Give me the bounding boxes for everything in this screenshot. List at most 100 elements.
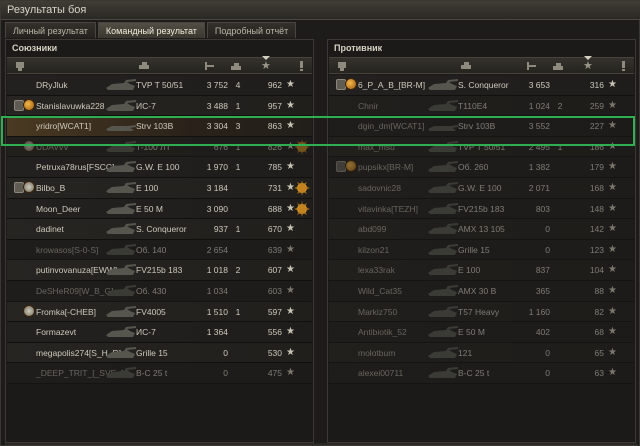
- damage-value: 3 752: [206, 80, 228, 90]
- xp-star-icon: ★: [286, 243, 295, 255]
- damage-value: 0: [223, 368, 228, 379]
- xp-value: 957: [267, 100, 282, 111]
- damage-value: 3 653: [528, 80, 550, 90]
- table-row[interactable]: UDAVvV T-100 ЛТ 676 1 826 ★: [7, 136, 312, 158]
- table-row[interactable]: Wild_Cat35 AMX 30 B 365 88 ★: [329, 280, 634, 302]
- damage-value: 1 160: [528, 306, 550, 317]
- tank-name: AMX 13 105: [458, 224, 505, 235]
- tank-name: T57 Heavy: [458, 306, 500, 317]
- xp-column-icon[interactable]: ★: [261, 56, 271, 72]
- window-titlebar[interactable]: Результаты боя: [1, 1, 640, 20]
- tank-name: B-C 25 t: [136, 368, 168, 379]
- status-column-icon[interactable]: [619, 61, 629, 71]
- clan-emblem-icon: [23, 304, 35, 317]
- tank-icon: [428, 326, 458, 338]
- tank-name: FV215b 183: [136, 265, 183, 276]
- tank-column-icon[interactable]: [461, 61, 471, 71]
- table-row[interactable]: 6_P_A_B_[BR-M] S. Conqueror 3 653 316 ★: [329, 75, 634, 96]
- xp-value: 731: [267, 182, 282, 193]
- xp-column-icon[interactable]: ★: [583, 56, 593, 72]
- table-row[interactable]: DRyJluk TVP T 50/51 3 752 4 962 ★: [7, 75, 312, 96]
- xp-star-icon: ★: [608, 161, 617, 173]
- damage-value: 837: [535, 265, 550, 276]
- tank-icon: [428, 223, 458, 235]
- tab-team-result[interactable]: Командный результат: [97, 22, 205, 38]
- xp-value: 603: [267, 285, 282, 296]
- damage-column-icon[interactable]: [526, 61, 536, 71]
- tank-column-icon[interactable]: [139, 61, 149, 71]
- damage-value: 0: [545, 244, 550, 255]
- table-row[interactable]: putinvovanuza[EWW] FV215b 183 1 018 2 60…: [7, 260, 312, 281]
- table-row[interactable]: Fromka[-CHEB] FV4005 1 510 1 597 ★: [7, 301, 312, 323]
- tank-name: T110E4: [458, 100, 488, 111]
- damage-value: 676: [213, 141, 228, 152]
- tank-icon: [106, 140, 136, 152]
- table-row[interactable]: Bilbo_B E 100 3 184 731 ★: [7, 177, 312, 199]
- table-row[interactable]: Stanislavuwka228 ИС-7 3 488 1 957 ★: [7, 95, 312, 117]
- table-row[interactable]: Markiz750 T57 Heavy 1 160 82 ★: [329, 301, 634, 323]
- medal-icon[interactable]: [294, 179, 310, 196]
- table-row[interactable]: alexei00711 B-C 25 t 0 63 ★: [329, 363, 634, 384]
- table-row-self[interactable]: yridro[WCAT1] Strv 103B 3 304 3 863 ★: [7, 116, 312, 137]
- tank-icon: [106, 161, 136, 173]
- xp-value: 259: [589, 100, 604, 111]
- tank-icon: [106, 326, 136, 338]
- kills-value: 1: [235, 141, 241, 152]
- damage-value: 1 018: [206, 265, 228, 276]
- table-row[interactable]: krowasos[S-0-S] Об. 140 2 654 639 ★: [7, 239, 312, 261]
- xp-star-icon: ★: [286, 79, 295, 90]
- table-row[interactable]: dgin_dm[WCAT1] Strv 103B 3 552 227 ★: [329, 116, 634, 137]
- tank-name: TVP T 50/51: [458, 141, 506, 152]
- kills-column-icon[interactable]: [231, 61, 241, 71]
- xp-star-icon: ★: [608, 140, 617, 152]
- tank-icon: [106, 284, 136, 296]
- table-row[interactable]: Petruxa78rus[FSCC] G.W. E 100 1 970 1 78…: [7, 157, 312, 178]
- table-row[interactable]: _DEEP_TRIT_[_SVE_] B-C 25 t 0 475 ★: [7, 363, 312, 384]
- table-row[interactable]: Moon_Deer E 50 M 3 090 688 ★: [7, 198, 312, 220]
- tank-icon: [428, 181, 458, 193]
- medal-icon[interactable]: [294, 138, 310, 155]
- xp-star-icon: ★: [608, 367, 617, 379]
- tank-icon: [106, 367, 136, 379]
- clan-emblem-icon: [23, 98, 35, 111]
- kills-column-icon[interactable]: [553, 61, 563, 71]
- damage-value: 937: [213, 224, 228, 235]
- xp-value: 179: [589, 162, 604, 173]
- table-row[interactable]: megapolis274[S_H_R] Grille 15 0 530 ★: [7, 342, 312, 364]
- table-row[interactable]: molotbum 121 0 65 ★: [329, 342, 634, 364]
- table-row[interactable]: Antibiotik_52 E 50 M 402 68 ★: [329, 322, 634, 343]
- clan-emblem-icon: [345, 78, 357, 90]
- xp-star-icon: ★: [286, 161, 295, 173]
- tab-detailed-report[interactable]: Подробный отчёт: [206, 22, 297, 38]
- table-row[interactable]: Formazevt ИС-7 1 364 556 ★: [7, 322, 312, 343]
- xp-value: 556: [267, 327, 282, 338]
- xp-value: 530: [267, 347, 282, 358]
- xp-value: 475: [267, 368, 282, 379]
- tank-icon: [428, 305, 458, 317]
- table-row[interactable]: lexa33rak E 100 837 104 ★: [329, 260, 634, 281]
- rank-column-icon[interactable]: [337, 61, 347, 71]
- xp-star-icon: ★: [286, 305, 295, 317]
- table-row[interactable]: dadinet S. Conqueror 937 1 670 ★: [7, 219, 312, 240]
- table-row[interactable]: pupsikx[BR-M] Об. 260 1 382 179 ★: [329, 157, 634, 178]
- table-row[interactable]: DeSHeR09[W_B_G] Об. 430 1 034 603 ★: [7, 280, 312, 302]
- clan-emblem-icon: [345, 160, 357, 173]
- tab-personal-result[interactable]: Личный результат: [5, 22, 96, 38]
- table-row[interactable]: abd099 AMX 13 105 0 142 ★: [329, 219, 634, 240]
- xp-star-icon: ★: [286, 264, 295, 276]
- table-row[interactable]: kilzon21 Grille 15 0 123 ★: [329, 239, 634, 261]
- xp-star-icon: ★: [286, 120, 295, 132]
- table-row[interactable]: vitavinka[TEZH] FV215b 183 803 148 ★: [329, 198, 634, 220]
- tank-name: Об. 140: [136, 244, 167, 255]
- table-row[interactable]: Chnir T110E4 1 024 2 259 ★: [329, 95, 634, 117]
- table-row[interactable]: max_msu TVP T 50/51 2 495 1 186 ★: [329, 136, 634, 158]
- medal-icon[interactable]: [294, 200, 310, 217]
- xp-value: 863: [267, 121, 282, 132]
- xp-star-icon: ★: [286, 326, 295, 338]
- table-row[interactable]: sadovnic28 G.W. E 100 2 071 168 ★: [329, 177, 634, 199]
- tank-name: AMX 30 B: [458, 285, 497, 296]
- damage-column-icon[interactable]: [204, 61, 214, 71]
- tank-icon: [106, 181, 136, 193]
- status-column-icon[interactable]: [297, 61, 307, 71]
- rank-column-icon[interactable]: [15, 61, 25, 71]
